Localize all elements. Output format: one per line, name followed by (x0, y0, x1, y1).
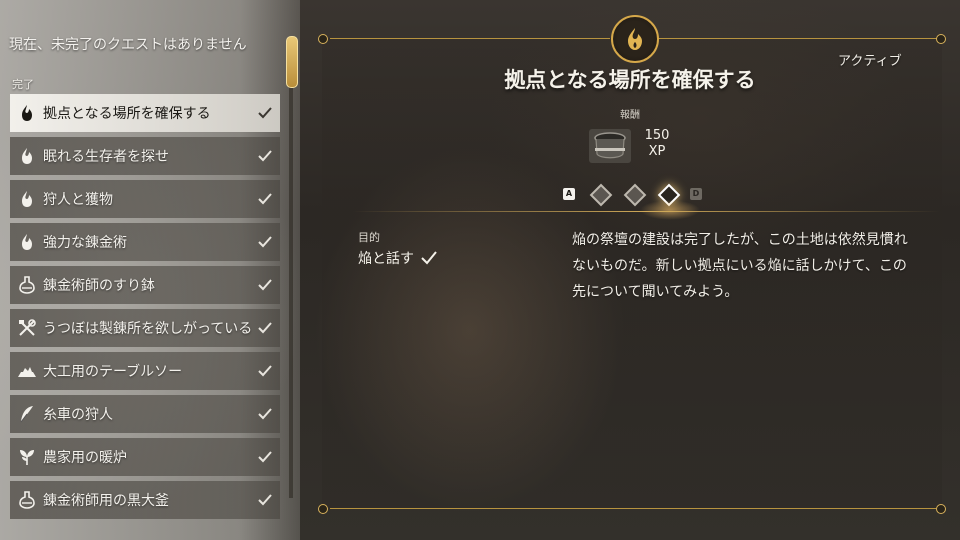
completed-check-icon (258, 408, 272, 420)
frame-ornament-icon (318, 34, 328, 44)
tools-icon (17, 318, 37, 338)
completed-check-icon (258, 494, 272, 506)
completed-check-icon (258, 193, 272, 205)
completed-check-icon (258, 322, 272, 334)
objective-item: 焔と話す (358, 248, 437, 268)
flame-emblem-icon (611, 15, 659, 63)
nav-left-key[interactable]: A (563, 188, 575, 200)
quest-list-item[interactable]: 錬金術師のすり鉢 (10, 266, 280, 304)
scrollbar-thumb[interactable] (286, 36, 298, 88)
frame-top-left-line (330, 38, 610, 39)
feather-icon (17, 404, 37, 424)
quest-label: 眠れる生存者を探せ (43, 149, 169, 165)
quest-list-item[interactable]: 大工用のテーブルソー (10, 352, 280, 390)
completed-check-icon (258, 365, 272, 377)
completed-check-icon (258, 150, 272, 162)
quest-list-item[interactable]: 強力な錬金術 (10, 223, 280, 261)
quest-label: 強力な錬金術 (43, 235, 127, 251)
frame-bottom-line (330, 508, 936, 509)
flask-icon (17, 490, 37, 510)
leaf-icon (17, 447, 37, 467)
quest-label: 拠点となる場所を確保する (43, 106, 211, 122)
completed-check-icon (258, 279, 272, 291)
quest-label: 農家用の暖炉 (43, 450, 127, 466)
flame-icon (17, 232, 37, 252)
reward-xp-unit: XP (648, 144, 666, 159)
objective-heading: 目的 (358, 231, 380, 244)
reward-amount: 150 XP (643, 128, 671, 160)
quest-label: うつぼは製錬所を欲しがっている (43, 321, 253, 337)
cauldron-reward-icon (588, 128, 632, 164)
frame-ornament-icon (936, 504, 946, 514)
quest-list: 拠点となる場所を確保する 眠れる生存者を探せ 狩人と獲物強力な錬金術錬金術師のすり鉢… (10, 94, 280, 524)
completed-check-icon (258, 107, 272, 119)
flask-icon (17, 275, 37, 295)
quest-list-item[interactable]: うつぼは製錬所を欲しがっている (10, 309, 280, 347)
nav-right-key[interactable]: D (690, 188, 702, 200)
divider-glow (640, 200, 700, 220)
quest-list-item[interactable]: 拠点となる場所を確保する (10, 94, 280, 132)
quest-status-text: 現在、未完了のクエストはありません (9, 37, 247, 53)
saw-icon (17, 361, 37, 381)
completed-check-icon (258, 236, 272, 248)
quest-label: 大工用のテーブルソー (43, 364, 183, 380)
quest-list-item[interactable]: 糸車の狩人 (10, 395, 280, 433)
detail-divider (352, 211, 940, 212)
quest-list-item[interactable]: 錬金術師用の黒大釜 (10, 481, 280, 519)
completed-section-label: 完了 (12, 78, 34, 91)
quest-list-item[interactable]: 狩人と獲物 (10, 180, 280, 218)
quest-active-status: アクティブ (838, 54, 902, 69)
frame-ornament-icon (936, 34, 946, 44)
quest-label: 錬金術師のすり鉢 (43, 278, 155, 294)
reward-label: 報酬 (620, 110, 640, 121)
flame-icon (17, 146, 37, 166)
objective-check-icon (421, 251, 437, 265)
quest-list-item[interactable]: 農家用の暖炉 (10, 438, 280, 476)
flame-icon (17, 189, 37, 209)
reward-xp-value: 150 (644, 128, 670, 143)
quest-description: 焔の祭壇の建設は完了したが、この土地は依然見慣れないものだ。新しい拠点にいる焔に… (572, 232, 908, 300)
frame-top-right-line (657, 38, 937, 39)
quest-label: 狩人と獲物 (43, 192, 113, 208)
flame-icon (17, 103, 37, 123)
frame-ornament-icon (318, 504, 328, 514)
quest-list-scrollbar[interactable] (289, 40, 293, 498)
quest-label: 糸車の狩人 (43, 407, 113, 423)
objective-label: 焔と話す (358, 251, 414, 267)
quest-title: 拠点となる場所を確保する (504, 67, 756, 92)
completed-check-icon (258, 451, 272, 463)
quest-label: 錬金術師用の黒大釜 (43, 493, 169, 509)
quest-list-item[interactable]: 眠れる生存者を探せ (10, 137, 280, 175)
